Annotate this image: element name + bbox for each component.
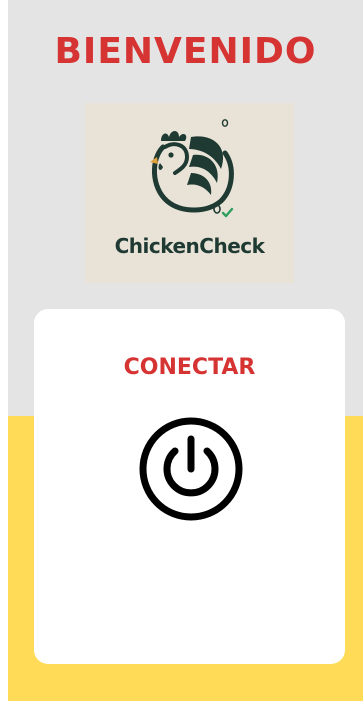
brand-logo: ChickenCheck bbox=[85, 103, 294, 283]
connect-power-button[interactable] bbox=[139, 417, 243, 521]
power-icon bbox=[139, 417, 243, 521]
chicken-logo-icon bbox=[150, 119, 234, 218]
welcome-screen: BIENVENIDO ChickenCheck CONECTAR bbox=[0, 0, 363, 701]
page-title: BIENVENIDO bbox=[54, 31, 317, 72]
brand-name: ChickenCheck bbox=[114, 234, 265, 258]
connect-label: CONECTAR bbox=[123, 355, 256, 380]
connect-card: CONECTAR bbox=[34, 309, 345, 664]
